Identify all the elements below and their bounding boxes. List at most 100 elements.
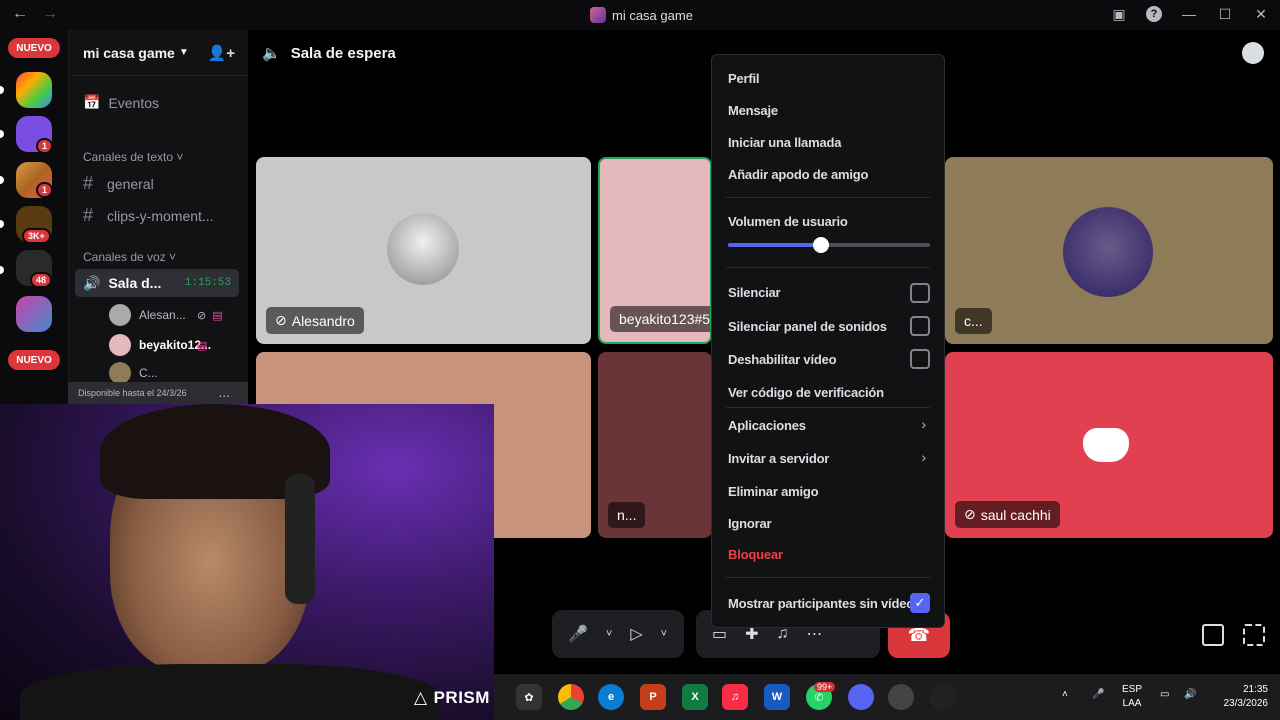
mute-checkbox[interactable]: [910, 283, 930, 303]
voice-category[interactable]: Canales de voz ˅: [83, 250, 176, 264]
promo-text: Disponible hasta el 24/3/26: [78, 388, 187, 398]
menu-item-profile[interactable]: Perfil: [728, 71, 760, 86]
server-header[interactable]: mi casa game ▼ 👤+: [69, 30, 249, 76]
volume-slider-knob[interactable]: [812, 237, 829, 253]
channel-label: clips-y-moment...: [107, 207, 214, 224]
server-icon-a[interactable]: [16, 72, 52, 108]
tile-label: c...: [955, 308, 992, 334]
video-off-icon: ⊘: [197, 309, 207, 322]
unread-pill: [0, 130, 4, 138]
user-context-menu: Perfil Mensaje Iniciar una llamada Añadi…: [711, 54, 945, 628]
help-icon[interactable]: ?: [1146, 6, 1162, 22]
fullscreen-icon[interactable]: [1243, 624, 1265, 646]
mention-count: 1: [36, 182, 54, 198]
menu-item-mute-soundboard[interactable]: Silenciar panel de sonidos: [728, 319, 887, 334]
show-no-video-checkbox[interactable]: ✓: [910, 593, 930, 613]
video-tile-saul[interactable]: ⊘ saul cachhi: [945, 352, 1273, 538]
menu-item-message[interactable]: Mensaje: [728, 103, 778, 118]
more-options-icon[interactable]: ...: [218, 384, 230, 400]
webcam-shirt: [20, 664, 440, 720]
voice-user-name: C...: [139, 366, 158, 380]
microphone-tray-icon[interactable]: 🎤: [1092, 688, 1104, 702]
chevron-right-icon: ›: [921, 449, 926, 465]
inbox-icon[interactable]: ▣: [1110, 5, 1128, 23]
discord-icon[interactable]: [848, 684, 874, 710]
video-tile-c[interactable]: c...: [945, 157, 1273, 344]
title-bar: ← → mi casa game ▣ ? — ☐ ✕: [0, 0, 1280, 30]
camera-off-icon[interactable]: ▷: [630, 624, 642, 644]
voice-user[interactable]: C...: [109, 362, 158, 384]
minimize-icon[interactable]: —: [1180, 5, 1198, 23]
maximize-icon[interactable]: ☐: [1216, 5, 1234, 23]
mute-soundboard-checkbox[interactable]: [910, 316, 930, 336]
volume-icon[interactable]: 🔊: [1184, 688, 1196, 702]
server-icon-current[interactable]: [16, 296, 52, 332]
user-status-icons: ⊘ ▤: [197, 309, 223, 322]
calendar-icon: 📅: [83, 94, 101, 110]
popout-icon[interactable]: [1202, 624, 1224, 646]
promo-banner[interactable]: Disponible hasta el 24/3/26 ...: [68, 382, 248, 404]
volume-slider[interactable]: [728, 237, 930, 253]
avatar: [109, 304, 131, 326]
menu-item-ignore[interactable]: Ignorar: [728, 516, 772, 531]
edge-icon[interactable]: e: [598, 684, 624, 710]
powerpoint-icon[interactable]: P: [640, 684, 666, 710]
menu-item-show-no-video[interactable]: Mostrar participantes sin vídeo: [728, 596, 914, 611]
camera-app-icon[interactable]: [930, 684, 956, 710]
menu-item-disable-video[interactable]: Deshabilitar vídeo: [728, 352, 837, 367]
menu-item-apps[interactable]: Aplicaciones: [728, 418, 806, 433]
add-member-icon[interactable]: 👤+: [208, 44, 235, 62]
word-icon[interactable]: W: [764, 684, 790, 710]
chatgpt-icon[interactable]: ✿: [516, 684, 542, 710]
chat-bubble-icon[interactable]: [1242, 42, 1264, 64]
channel-sidebar: mi casa game ▼ 👤+ 📅 Eventos Canales de t…: [68, 30, 249, 410]
video-tile-beyakito[interactable]: beyakito123#52: [598, 157, 712, 344]
video-tile-n[interactable]: n...: [598, 352, 712, 538]
forward-arrow-icon[interactable]: →: [42, 5, 58, 23]
obs-icon[interactable]: [888, 684, 914, 710]
avatar: [387, 213, 459, 285]
discord-logo-icon: [1083, 428, 1129, 462]
excel-icon[interactable]: X: [682, 684, 708, 710]
tile-label: ⊘ Alesandro: [266, 307, 364, 334]
video-tile-alesandro[interactable]: ⊘ Alesandro: [256, 157, 591, 344]
music-icon[interactable]: ♫: [722, 684, 748, 710]
hash-icon: #: [83, 173, 94, 193]
chevron-up-icon[interactable]: ˄: [1062, 688, 1068, 702]
menu-item-block[interactable]: Bloquear: [728, 547, 783, 562]
voice-user[interactable]: beyakito12... ▤: [109, 334, 211, 356]
unread-pill: [0, 266, 4, 274]
voice-user[interactable]: Alesan... ⊘ ▤: [109, 304, 223, 326]
microphone-icon[interactable]: 🎤: [568, 624, 588, 644]
channel-general[interactable]: # general: [83, 173, 154, 194]
chevron-down-icon[interactable]: ˅: [606, 628, 612, 640]
events-row[interactable]: 📅 Eventos: [83, 94, 159, 111]
voice-channel-active[interactable]: 🔊 Sala d... 1:15:53: [75, 269, 239, 297]
menu-item-call[interactable]: Iniciar una llamada: [728, 135, 841, 150]
speaker-icon: 🔈: [262, 45, 281, 62]
language-indicator[interactable]: ESP LAA: [1122, 683, 1142, 711]
menu-item-remove-friend[interactable]: Eliminar amigo: [728, 484, 819, 499]
menu-item-verify[interactable]: Ver código de verificación: [728, 385, 884, 400]
new-badge[interactable]: NUEVO: [8, 38, 60, 58]
back-arrow-icon[interactable]: ←: [12, 5, 28, 23]
whatsapp-badge: 99+: [814, 682, 836, 692]
menu-item-nickname[interactable]: Añadir apodo de amigo: [728, 167, 868, 182]
window-controls: ▣ ? — ☐ ✕: [1110, 5, 1270, 23]
new-badge[interactable]: NUEVO: [8, 350, 60, 370]
disable-video-checkbox[interactable]: [910, 349, 930, 369]
channel-clips[interactable]: # clips-y-moment...: [83, 205, 214, 226]
network-icon[interactable]: ▭: [1160, 688, 1169, 702]
channel-label: general: [107, 175, 154, 192]
chevron-down-icon[interactable]: ˅: [661, 628, 667, 640]
volume-slider-fill: [728, 243, 821, 247]
avatar: [109, 362, 131, 384]
menu-item-invite[interactable]: Invitar a servidor: [728, 451, 829, 466]
stream-icon: ▤: [212, 309, 223, 322]
menu-item-mute[interactable]: Silenciar: [728, 285, 781, 300]
text-category[interactable]: Canales de texto ˅: [83, 150, 183, 164]
chrome-icon[interactable]: [558, 684, 584, 710]
close-icon[interactable]: ✕: [1252, 5, 1270, 23]
clock[interactable]: 21:35 23/3/2026: [1216, 683, 1269, 711]
menu-divider: [726, 577, 930, 578]
